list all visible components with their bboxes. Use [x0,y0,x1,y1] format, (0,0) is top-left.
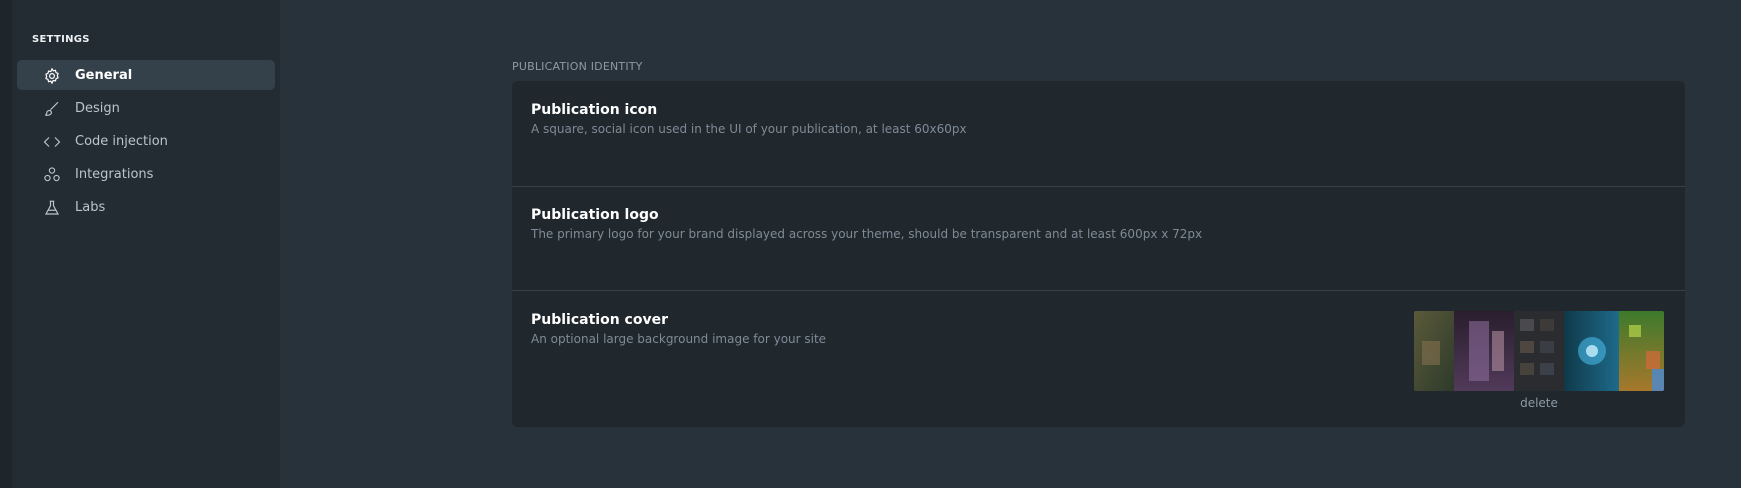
row-title: Publication logo [531,207,659,223]
integrations-icon [44,167,60,182]
publication-logo-row[interactable]: Publication logo The primary logo for yo… [512,186,1685,291]
row-title: Publication cover [531,312,668,328]
settings-sidebar: SETTINGS General Design Code injection I… [12,0,280,488]
sidebar-item-label: Code injection [75,133,168,149]
sidebar-item-label: Integrations [75,166,154,182]
sidebar-heading: SETTINGS [32,34,90,45]
sidebar-item-design[interactable]: Design [17,93,275,123]
publication-cover-row: Publication cover An optional large back… [512,291,1685,427]
sidebar-item-integrations[interactable]: Integrations [17,159,275,189]
row-description: An optional large background image for y… [531,332,827,346]
sidebar-item-label: Labs [75,199,106,215]
sidebar-item-label: Design [75,100,120,116]
row-description: A square, social icon used in the UI of … [531,122,967,136]
flask-icon [44,200,60,215]
sidebar-item-code-injection[interactable]: Code injection [17,126,275,156]
delete-cover-link[interactable]: delete [1414,396,1664,410]
sidebar-item-general[interactable]: General [17,60,275,90]
publication-icon-row[interactable]: Publication icon A square, social icon u… [512,81,1685,187]
row-title: Publication icon [531,102,658,118]
section-title: PUBLICATION IDENTITY [512,60,643,73]
brush-icon [45,101,59,116]
sidebar-item-label: General [75,67,133,83]
window-edge [0,0,12,488]
code-icon [43,137,61,147]
gear-icon [45,67,59,85]
sidebar-item-labs[interactable]: Labs [17,192,275,222]
settings-main: PUBLICATION IDENTITY Publication icon A … [280,0,1741,488]
publication-identity-card: Publication icon A square, social icon u… [512,81,1685,427]
cover-image-thumbnail[interactable] [1414,311,1664,391]
sidebar-nav: General Design Code injection Integratio… [17,60,275,225]
row-description: The primary logo for your brand displaye… [531,227,1203,241]
